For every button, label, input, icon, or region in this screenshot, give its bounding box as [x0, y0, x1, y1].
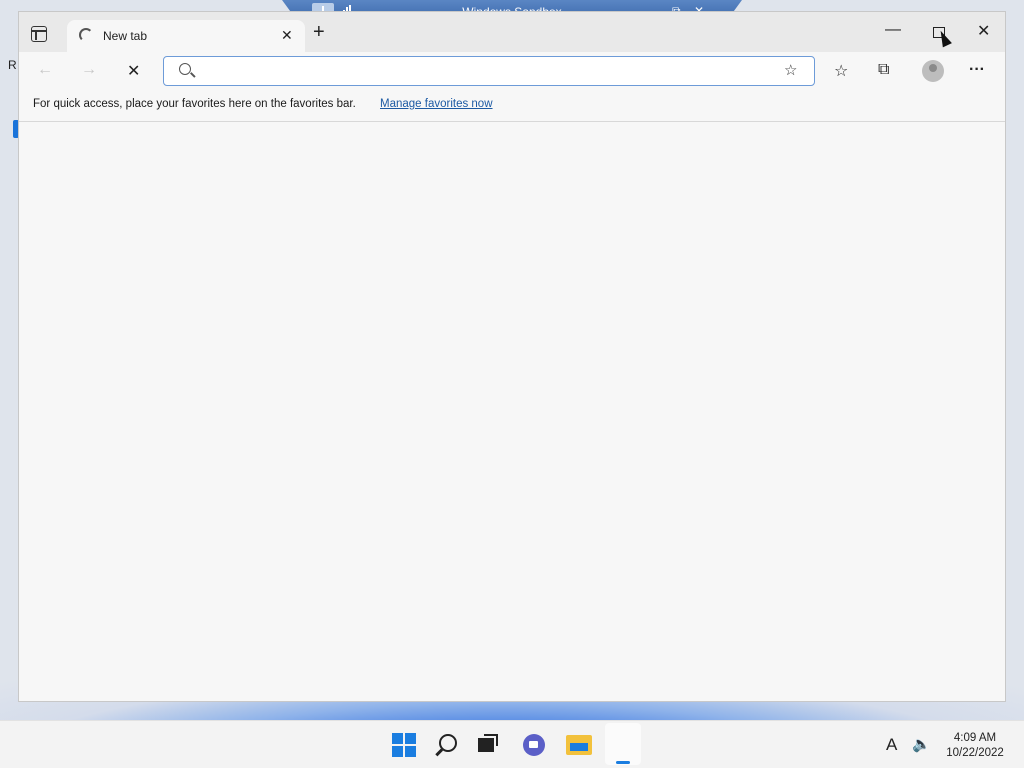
window-close-button[interactable]: ✕ [977, 21, 990, 41]
chat-button[interactable] [523, 734, 545, 756]
input-language-indicator[interactable]: A [886, 735, 897, 755]
page-content [19, 123, 1005, 701]
tab-close-icon[interactable]: ✕ [281, 27, 293, 44]
search-icon [179, 63, 191, 75]
system-clock[interactable]: 4:09 AM 10/22/2022 [940, 731, 1010, 761]
task-view-button[interactable] [478, 731, 506, 759]
add-favorite-icon[interactable]: ☆ [784, 61, 797, 79]
manage-favorites-link[interactable]: Manage favorites now [380, 98, 493, 110]
clock-date: 10/22/2022 [946, 747, 1004, 759]
address-input[interactable] [204, 61, 764, 81]
window-minimize-button[interactable]: — [885, 21, 901, 39]
volume-icon[interactable]: 🔈 [912, 735, 931, 753]
favorites-bar-message: For quick access, place your favorites h… [33, 98, 356, 110]
desktop-icon-label: R [8, 58, 17, 72]
clock-time: 4:09 AM [953, 732, 997, 744]
tab-actions-icon[interactable] [31, 26, 47, 42]
tab-new-tab[interactable]: New tab ✕ [67, 20, 305, 52]
profile-avatar[interactable] [922, 60, 944, 82]
back-button[interactable]: ← [37, 61, 53, 79]
file-explorer-button[interactable] [566, 735, 592, 755]
new-tab-button[interactable]: + [313, 22, 325, 42]
taskbar: A 🔈 4:09 AM 10/22/2022 [0, 720, 1024, 768]
search-button[interactable] [439, 734, 457, 752]
browser-window: New tab ✕ + — ✕ ← → ✕ ☆ ☆ ⧉ ··· For quic… [18, 11, 1006, 702]
tab-strip: New tab ✕ + — ✕ [19, 12, 1005, 52]
loading-spinner-icon [79, 28, 93, 42]
edge-taskbar-button[interactable] [605, 723, 641, 765]
stop-loading-button[interactable]: ✕ [127, 61, 140, 81]
start-button[interactable] [390, 731, 418, 759]
tab-title: New tab [103, 29, 148, 43]
browser-toolbar: ← → ✕ ☆ ☆ ⧉ ··· [19, 52, 1005, 90]
mouse-cursor-icon [936, 28, 952, 48]
collections-button[interactable]: ⧉ [878, 61, 889, 79]
more-menu-button[interactable]: ··· [969, 61, 985, 79]
forward-button[interactable]: → [81, 61, 97, 79]
favorites-button[interactable]: ☆ [834, 61, 848, 81]
address-bar[interactable]: ☆ [163, 56, 815, 86]
favorites-bar: For quick access, place your favorites h… [19, 90, 1005, 122]
